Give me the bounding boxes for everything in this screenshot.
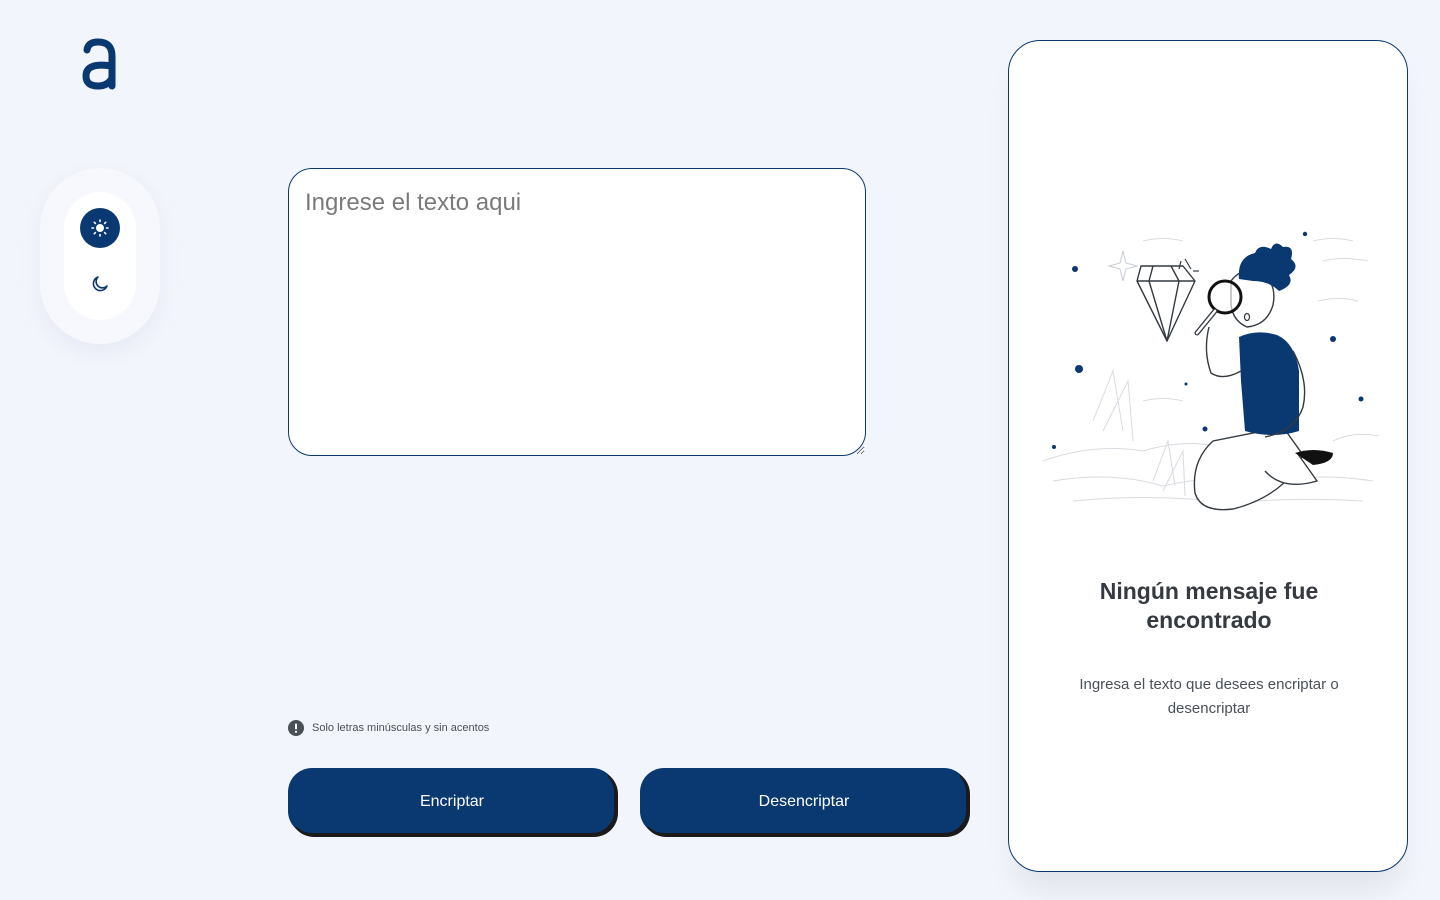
decrypt-button[interactable]: Desencriptar	[640, 768, 968, 835]
info-icon	[288, 720, 304, 736]
text-input[interactable]	[288, 168, 866, 456]
theme-toggle-track	[64, 192, 136, 320]
person-magnifying-glass-diamond-illustration	[1042, 231, 1380, 511]
empty-state-subtitle: Ingresa el texto que desees encriptar o …	[1079, 676, 1339, 717]
sun-icon	[91, 219, 109, 237]
output-panel: Ningún mensaje fue encontrado Ingresa el…	[1008, 40, 1408, 872]
empty-state-title: Ningún mensaje fue encontrado	[1099, 578, 1319, 633]
dark-theme-button[interactable]	[80, 264, 120, 304]
hint-text: Solo letras minúsculas y sin acentos	[312, 722, 490, 734]
theme-toggle	[40, 168, 160, 344]
app-logo	[78, 38, 122, 92]
moon-icon	[92, 276, 108, 292]
light-theme-button[interactable]	[80, 208, 120, 248]
input-hint: Solo letras minúsculas y sin acentos	[288, 720, 489, 736]
encrypt-button[interactable]: Encriptar	[288, 768, 616, 835]
